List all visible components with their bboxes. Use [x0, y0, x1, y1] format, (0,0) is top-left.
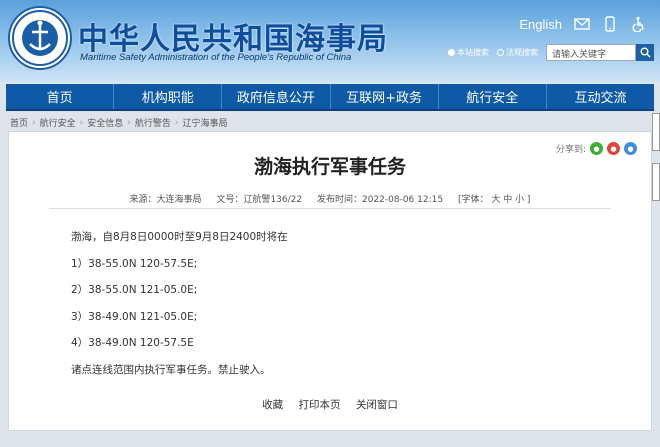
- site-header: 中华人民共和国海事局 Maritime Safety Administratio…: [0, 0, 660, 82]
- breadcrumb-separator: ›: [79, 117, 84, 128]
- msa-logo[interactable]: [8, 6, 72, 70]
- divider: [49, 208, 611, 209]
- radio-icon: [497, 49, 504, 56]
- article-title: 渤海执行军事任务: [253, 156, 406, 178]
- article-doc-no: 文号：辽航警136/22: [216, 195, 303, 205]
- side-float-button[interactable]: [652, 113, 660, 151]
- body-line: 诸点连线范围内执行军事任务。禁止驶入。: [71, 363, 271, 376]
- accessibility-icon[interactable]: [630, 16, 646, 32]
- scope-site[interactable]: 本站搜索: [448, 47, 489, 58]
- english-link[interactable]: English: [519, 17, 562, 32]
- search-icon: [640, 47, 651, 58]
- font-size-control[interactable]: [字体： 大 中 小 ]: [458, 195, 530, 205]
- main-nav: 首页 机构职能 政府信息公开 互联网+政务 航行安全 互动交流: [6, 84, 654, 111]
- body-line: 3）38-49.0N 121-05.0E;: [71, 310, 198, 323]
- body-line: 4）38-49.0N 120-57.5E: [71, 337, 194, 349]
- nav-home[interactable]: 首页: [6, 84, 115, 109]
- article-source: 来源：大连海事局: [129, 195, 202, 205]
- mail-icon[interactable]: [574, 16, 590, 32]
- radio-icon: [448, 49, 455, 56]
- breadcrumb-home[interactable]: 首页: [10, 116, 28, 129]
- breadcrumb-nav-safety[interactable]: 航行安全: [40, 116, 76, 129]
- search-input[interactable]: 请输入关键字: [546, 44, 636, 61]
- nav-interaction[interactable]: 互动交流: [547, 84, 654, 109]
- search-button[interactable]: [636, 44, 654, 61]
- nav-internet-gov[interactable]: 互联网+政务: [331, 84, 439, 109]
- body-line: 1）38-55.0N 120-57.5E;: [71, 257, 198, 270]
- article-body: 渤海，自8月8日0000时至9月8日2400时将在 1）38-55.0N 120…: [71, 224, 288, 383]
- print-link[interactable]: 打印本页: [299, 399, 341, 411]
- nav-gov-info[interactable]: 政府信息公开: [222, 84, 331, 109]
- article-published: 发布时间：2022-08-06 12:15: [316, 195, 444, 205]
- close-window-link[interactable]: 关闭窗口: [356, 399, 398, 411]
- breadcrumb-separator: ›: [174, 117, 179, 128]
- article-actions: 收藏 打印本页 关闭窗口: [9, 397, 651, 412]
- breadcrumb-safety-info[interactable]: 安全信息: [87, 116, 123, 129]
- breadcrumb-separator: ›: [127, 117, 131, 128]
- top-tools: English: [519, 16, 646, 32]
- breadcrumb: 首页 › 航行安全 › 安全信息 › 航行警告 › 辽宁海事局: [10, 116, 228, 130]
- mobile-icon[interactable]: [602, 16, 618, 32]
- breadcrumb-warnings[interactable]: 航行警告: [135, 116, 171, 129]
- scope-law[interactable]: 法规搜索: [497, 47, 538, 58]
- nav-functions[interactable]: 机构职能: [114, 84, 223, 109]
- body-line: 渤海，自8月8日0000时至9月8日2400时将在: [71, 231, 288, 243]
- breadcrumb-liaoning[interactable]: 辽宁海事局: [183, 116, 228, 129]
- side-float-button[interactable]: [652, 163, 660, 201]
- article-meta: 来源：大连海事局 文号：辽航警136/22 发布时间：2022-08-06 12…: [9, 192, 651, 205]
- article-panel: 分享到: ● ● ● 渤海执行军事任务 来源：大连海事局 文号：辽航警136/2…: [8, 131, 652, 431]
- nav-navigation-safety[interactable]: 航行安全: [439, 84, 547, 109]
- favorite-link[interactable]: 收藏: [262, 399, 283, 411]
- site-subtitle: Maritime Safety Administration of the Pe…: [80, 52, 352, 63]
- breadcrumb-separator: ›: [32, 117, 36, 128]
- body-line: 2）38-55.0N 121-05.0E;: [71, 284, 198, 296]
- search-scope: 本站搜索 法规搜索: [448, 47, 538, 58]
